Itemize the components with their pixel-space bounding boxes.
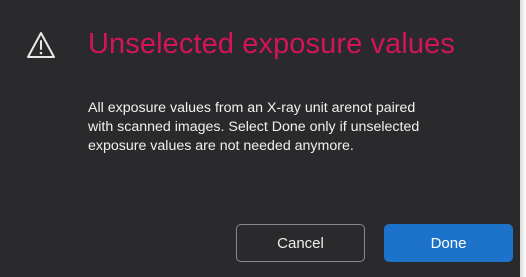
cancel-button[interactable]: Cancel [236, 224, 365, 262]
dialog-title: Unselected exposure values [88, 28, 455, 60]
warning-icon [26, 31, 56, 59]
unselected-exposure-dialog: Unselected exposure values All exposure … [0, 0, 520, 277]
done-button[interactable]: Done [384, 224, 513, 262]
dialog-message: All exposure values from an X-ray unit a… [88, 100, 420, 154]
dialog-edge [520, 0, 526, 277]
